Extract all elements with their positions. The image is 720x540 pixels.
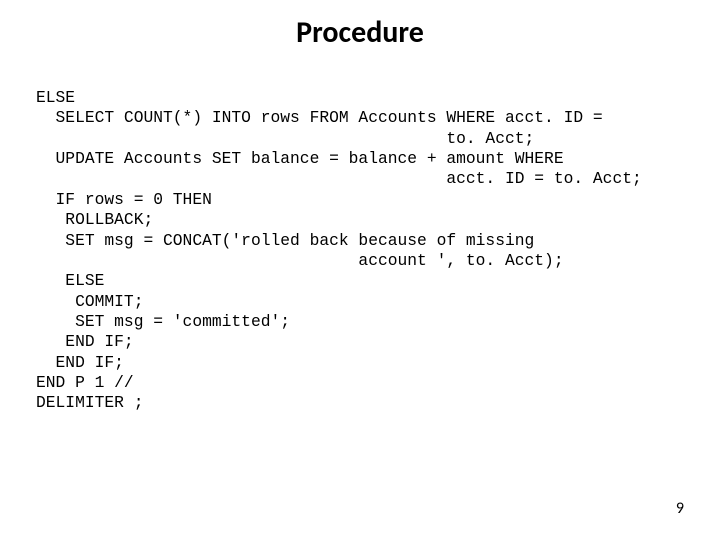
code-line: END IF; xyxy=(36,353,124,372)
code-line: DELIMITER ; xyxy=(36,393,143,412)
code-line: IF rows = 0 THEN xyxy=(36,190,212,209)
code-line: account ', to. Acct); xyxy=(36,251,564,270)
slide: Procedure ELSE SELECT COUNT(*) INTO rows… xyxy=(0,0,720,540)
code-block: ELSE SELECT COUNT(*) INTO rows FROM Acco… xyxy=(36,88,684,414)
page-number: 9 xyxy=(676,499,684,518)
page-title: Procedure xyxy=(0,14,720,51)
code-line: SELECT COUNT(*) INTO rows FROM Accounts … xyxy=(36,108,603,127)
code-line: COMMIT; xyxy=(36,292,143,311)
code-line: to. Acct; xyxy=(36,129,534,148)
code-line: ROLLBACK; xyxy=(36,210,153,229)
code-line: ELSE xyxy=(36,88,75,107)
code-line: END P 1 // xyxy=(36,373,134,392)
code-line: UPDATE Accounts SET balance = balance + … xyxy=(36,149,564,168)
code-line: SET msg = 'committed'; xyxy=(36,312,290,331)
code-line: ELSE xyxy=(36,271,104,290)
code-line: SET msg = CONCAT('rolled back because of… xyxy=(36,231,534,250)
code-line: END IF; xyxy=(36,332,134,351)
code-line: acct. ID = to. Acct; xyxy=(36,169,642,188)
